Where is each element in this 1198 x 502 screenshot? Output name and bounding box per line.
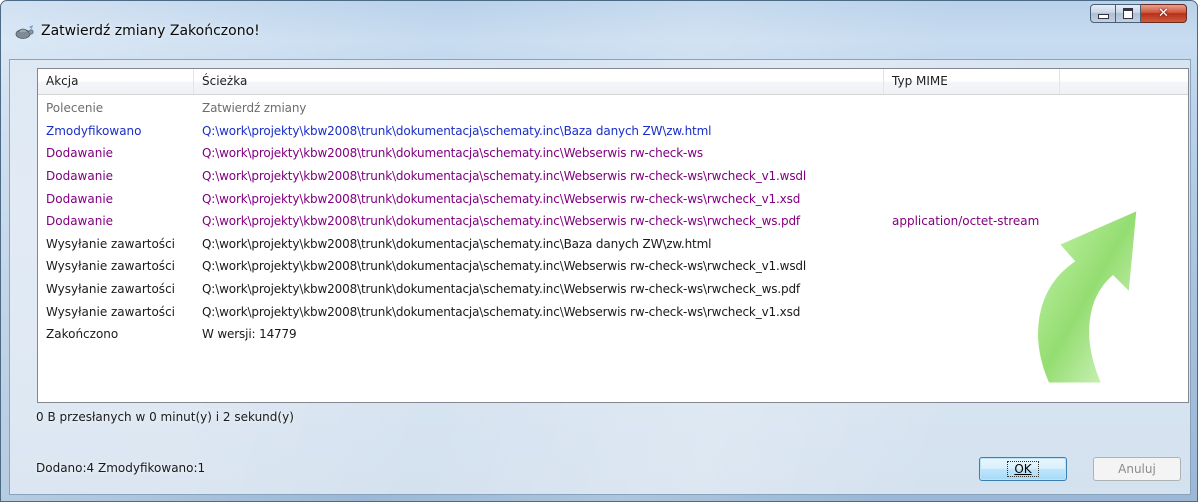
maximize-button[interactable] [1116, 4, 1141, 23]
table-row[interactable]: Wysyłanie zawartości Q:\work\projekty\kbw… [38, 233, 1188, 256]
table-row[interactable]: Wysyłanie zawartości Q:\work\projekty\kbw… [38, 300, 1188, 323]
row-path-cell: Zatwierdź zmiany [202, 101, 307, 116]
table-row[interactable]: Wysyłanie zawartości Q:\work\projekty\kbw… [38, 255, 1188, 278]
commit-finished-window: Zatwierdź zmiany Zakończono! ✕ Akcja Ści… [0, 0, 1198, 502]
table-row[interactable]: Polecenie Zatwierdź zmiany [38, 97, 1188, 120]
transfer-status: 0 B przesłanych w 0 minut(y) i 2 sekund(… [36, 410, 294, 424]
row-path-cell: Q:\work\projekty\kbw2008\trunk\dokumenta… [202, 214, 801, 229]
row-action-cell: Polecenie [46, 101, 104, 116]
cancel-button[interactable]: Anuluj [1093, 457, 1181, 481]
row-action-cell: Zmodyfikowano [46, 123, 142, 138]
column-header-filler [1060, 69, 1188, 94]
row-action-cell: Dodawanie [46, 169, 114, 184]
row-action-cell: Wysyłanie zawartości [46, 304, 175, 319]
table-row[interactable]: Dodawanie Q:\work\projekty\kbw2008\trunk\… [38, 210, 1188, 233]
row-action-cell: Dodawanie [46, 214, 114, 229]
client-area: Akcja Ścieżka Typ MIME Polecenie Zatwierd… [9, 59, 1191, 495]
row-action-cell: Zakończono [46, 327, 119, 342]
row-path-cell: Q:\work\projekty\kbw2008\trunk\dokumenta… [202, 191, 801, 206]
table-row[interactable]: Dodawanie Q:\work\projekty\kbw2008\trunk\… [38, 165, 1188, 188]
window-title: Zatwierdź zmiany Zakończono! [41, 23, 260, 39]
row-path-cell: Q:\work\projekty\kbw2008\trunk\dokumenta… [202, 282, 801, 297]
ok-button-label: OK [1007, 461, 1039, 477]
row-path-cell: Q:\work\projekty\kbw2008\trunk\dokumenta… [202, 304, 801, 319]
list-header: Akcja Ścieżka Typ MIME [38, 69, 1188, 95]
row-path-cell: Q:\work\projekty\kbw2008\trunk\dokumenta… [202, 146, 703, 161]
minimize-button[interactable] [1090, 4, 1116, 23]
close-icon: ✕ [1158, 6, 1169, 21]
minimize-icon [1097, 14, 1109, 19]
cancel-button-label: Anuluj [1118, 462, 1156, 476]
table-row[interactable]: Dodawanie Q:\work\projekty\kbw2008\trunk\… [38, 187, 1188, 210]
row-path-cell: Q:\work\projekty\kbw2008\trunk\dokumenta… [202, 236, 712, 251]
list-rows: Polecenie Zatwierdź zmiany Zmodyfikowano Q:… [38, 97, 1188, 346]
column-header-action[interactable]: Akcja [38, 69, 194, 94]
tortoise-icon [13, 23, 35, 41]
title-bar[interactable]: Zatwierdź zmiany Zakończono! ✕ [1, 1, 1197, 59]
close-button[interactable]: ✕ [1141, 4, 1187, 23]
row-path-cell: Q:\work\projekty\kbw2008\trunk\dokumenta… [202, 123, 712, 138]
row-action-cell: Wysyłanie zawartości [46, 259, 175, 274]
row-action-cell: Dodawanie [46, 146, 114, 161]
row-mime-cell: application/octet-stream [892, 214, 1040, 229]
caption-buttons: ✕ [1090, 4, 1187, 24]
ok-button[interactable]: OK [979, 457, 1067, 481]
row-action-cell: Wysyłanie zawartości [46, 236, 175, 251]
row-action-cell: Dodawanie [46, 191, 114, 206]
row-path-cell: W wersji: 14779 [202, 327, 297, 342]
commit-log-list[interactable]: Akcja Ścieżka Typ MIME Polecenie Zatwierd… [37, 68, 1189, 403]
column-header-mime[interactable]: Typ MIME [884, 69, 1060, 94]
table-row[interactable]: Zakończono W wersji: 14779 [38, 323, 1188, 346]
row-path-cell: Q:\work\projekty\kbw2008\trunk\dokumenta… [202, 169, 807, 184]
table-row[interactable]: Zmodyfikowano Q:\work\projekty\kbw2008\tr… [38, 120, 1188, 143]
summary-status: Dodano:4 Zmodyfikowano:1 [36, 461, 206, 475]
table-row[interactable]: Wysyłanie zawartości Q:\work\projekty\kbw… [38, 278, 1188, 301]
table-row[interactable]: Dodawanie Q:\work\projekty\kbw2008\trunk\… [38, 142, 1188, 165]
row-action-cell: Wysyłanie zawartości [46, 282, 175, 297]
row-path-cell: Q:\work\projekty\kbw2008\trunk\dokumenta… [202, 259, 807, 274]
column-header-path[interactable]: Ścieżka [194, 69, 884, 94]
maximize-icon [1123, 8, 1133, 19]
